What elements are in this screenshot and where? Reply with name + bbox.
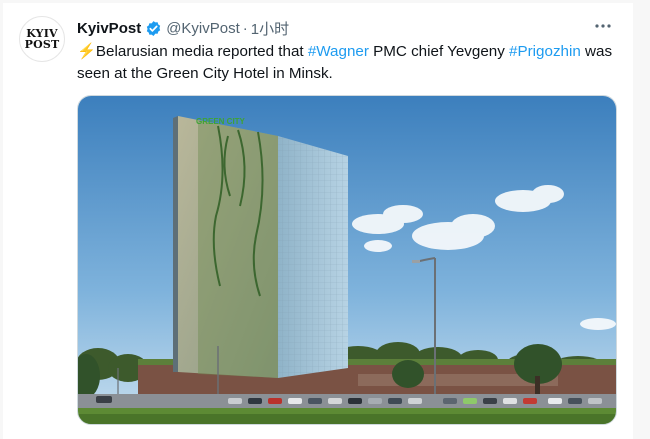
display-name[interactable]: KyivPost — [77, 20, 141, 37]
text-segment: Belarusian media reported that — [95, 43, 308, 60]
handle[interactable]: @KyivPost — [166, 20, 240, 37]
hotel-sign: GREEN CITY — [196, 117, 246, 126]
tweet-image[interactable]: GREEN CITY — [77, 95, 617, 425]
text-segment: PMC chief Yevgeny — [368, 43, 510, 60]
hashtag-wagner[interactable]: #Wagner — [308, 43, 369, 60]
more-options-button[interactable] — [592, 16, 614, 36]
separator: · — [242, 19, 248, 37]
hashtag-prigozhin[interactable]: #Prigozhin — [509, 43, 581, 60]
tweet-header: KyivPost @KyivPost · 1小时 — [77, 18, 289, 38]
hotel-rendering-image: GREEN CITY — [78, 96, 616, 424]
lightning-emoji: ⚡ — [77, 43, 96, 60]
ellipsis-icon — [595, 24, 611, 28]
tweet-text: ⚡Belarusian media reported that #Wagner … — [77, 41, 622, 85]
avatar-line-2: POST — [24, 38, 60, 51]
timestamp[interactable]: 1小时 — [251, 18, 289, 39]
verified-badge-icon — [145, 20, 162, 37]
avatar[interactable]: KYIV POST — [19, 16, 65, 62]
